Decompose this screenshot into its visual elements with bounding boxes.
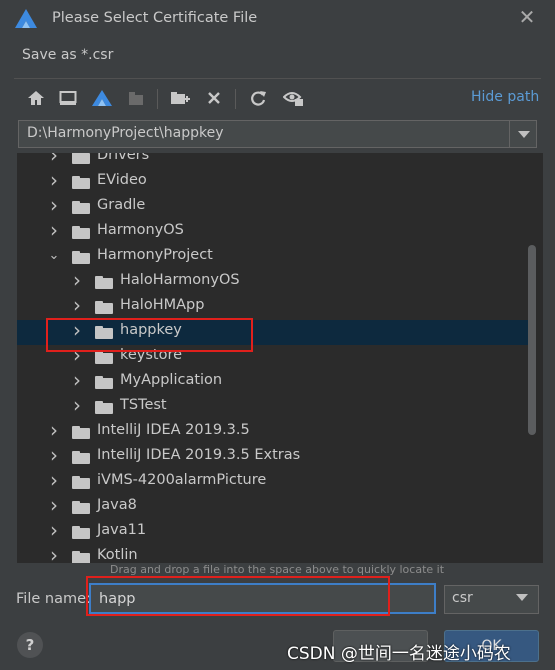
tree-item-label: MyApplication [120, 372, 223, 388]
close-icon[interactable]: ✕ [516, 6, 538, 28]
dialog-subtitle: Save as *.csr [22, 47, 114, 63]
chevron-right-icon[interactable]: › [47, 195, 61, 215]
tree-item[interactable]: › MyApplication [17, 370, 528, 395]
chevron-right-icon[interactable]: › [47, 470, 61, 490]
path-dropdown-button[interactable] [509, 121, 537, 147]
tree-item[interactable]: › Gradle [17, 195, 528, 220]
chevron-right-icon[interactable]: › [70, 270, 84, 290]
tree-item-label: HaloHMApp [120, 297, 205, 313]
folder-icon [72, 526, 90, 539]
tree-item-label: HarmonyOS [97, 222, 184, 238]
drag-hint: Drag and drop a file into the space abov… [110, 563, 445, 576]
file-name-label: File name: [16, 591, 91, 607]
folder-icon [95, 351, 113, 364]
tree-item[interactable]: › Java11 [17, 520, 528, 545]
tree-item[interactable]: › Java8 [17, 495, 528, 520]
tree-item-label: Java11 [97, 522, 147, 538]
divider [14, 78, 541, 79]
tree-item-label: EVideo [97, 172, 147, 188]
folder-icon [72, 226, 90, 239]
folder-icon [72, 551, 90, 563]
tree-item[interactable]: › IntelliJ IDEA 2019.3.5 [17, 420, 528, 445]
watermark: CSDN @世间一名迷途小码农 [287, 644, 511, 664]
chevron-right-icon[interactable]: › [70, 295, 84, 315]
tree-item[interactable]: › TSTest [17, 395, 528, 420]
input-annotation [86, 576, 390, 616]
delete-icon[interactable] [202, 86, 226, 110]
chevron-right-icon[interactable]: › [47, 520, 61, 540]
folder-icon [72, 426, 90, 439]
dialog-title: Please Select Certificate File [52, 10, 258, 26]
folder-icon [72, 501, 90, 514]
module-icon[interactable] [124, 86, 148, 110]
tree-item-label: iVMS-4200alarmPicture [97, 472, 267, 488]
project-icon[interactable] [90, 86, 114, 110]
chevron-right-icon[interactable]: › [47, 445, 61, 465]
file-tree[interactable]: › Drivers › EVideo › Gradle › HarmonyOS ⌄ Harmony… [17, 153, 543, 563]
chevron-down-icon [517, 130, 530, 138]
folder-icon [95, 301, 113, 314]
tree-item[interactable]: › IntelliJ IDEA 2019.3.5 Extras [17, 445, 528, 470]
tree-item[interactable]: › Drivers [17, 153, 528, 170]
tree-item[interactable]: › EVideo [17, 170, 528, 195]
tree-item[interactable]: › HaloHarmonyOS [17, 270, 528, 295]
extension-value: csr [452, 590, 473, 606]
refresh-icon[interactable] [246, 86, 270, 110]
toolbar-separator [235, 89, 236, 109]
home-icon[interactable] [24, 86, 48, 110]
folder-icon [72, 176, 90, 189]
tree-item-label: IntelliJ IDEA 2019.3.5 [97, 422, 250, 438]
chevron-down-icon[interactable]: ⌄ [47, 249, 61, 263]
selection-annotation [46, 318, 253, 352]
folder-icon [95, 276, 113, 289]
folder-icon [95, 401, 113, 414]
hide-path-link[interactable]: Hide path [471, 89, 539, 105]
tree-item[interactable]: › iVMS-4200alarmPicture [17, 470, 528, 495]
folder-icon [72, 153, 90, 164]
show-hidden-icon[interactable] [282, 86, 306, 110]
tree-scrollbar[interactable] [528, 245, 536, 435]
chevron-down-icon [516, 594, 528, 601]
toolbar [18, 86, 538, 112]
chevron-right-icon[interactable]: › [47, 495, 61, 515]
chevron-right-icon[interactable]: › [70, 395, 84, 415]
new-folder-icon[interactable] [168, 86, 192, 110]
chevron-right-icon[interactable]: › [70, 370, 84, 390]
tree-item[interactable]: › Kotlin [17, 545, 528, 563]
toolbar-separator [157, 89, 158, 109]
folder-icon [95, 376, 113, 389]
tree-item-label: HarmonyProject [97, 247, 213, 263]
help-button[interactable]: ? [17, 632, 43, 658]
tree-item-label: HaloHarmonyOS [120, 272, 240, 288]
folder-icon [72, 476, 90, 489]
tree-item-label: Drivers [97, 153, 150, 163]
tree-item-label: Kotlin [97, 547, 138, 563]
tree-item[interactable]: › HaloHMApp [17, 295, 528, 320]
tree-item-label: Gradle [97, 197, 146, 213]
tree-item[interactable]: › HarmonyOS [17, 220, 528, 245]
tree-item-label: TSTest [120, 397, 167, 413]
folder-icon [72, 451, 90, 464]
path-value: D:\HarmonyProject\happkey [27, 125, 224, 141]
folder-icon [72, 201, 90, 214]
tree-item-label: IntelliJ IDEA 2019.3.5 Extras [97, 447, 301, 463]
chevron-right-icon[interactable]: › [47, 545, 61, 563]
tree-item-label: Java8 [97, 497, 137, 513]
chevron-right-icon[interactable]: › [47, 420, 61, 440]
chevron-right-icon[interactable]: › [47, 153, 61, 165]
chevron-right-icon[interactable]: › [47, 170, 61, 190]
tree-item[interactable]: ⌄ HarmonyProject [17, 245, 528, 270]
desktop-icon[interactable] [56, 86, 80, 110]
harmony-logo-icon [14, 8, 38, 30]
chevron-right-icon[interactable]: › [47, 220, 61, 240]
folder-icon [72, 251, 90, 264]
